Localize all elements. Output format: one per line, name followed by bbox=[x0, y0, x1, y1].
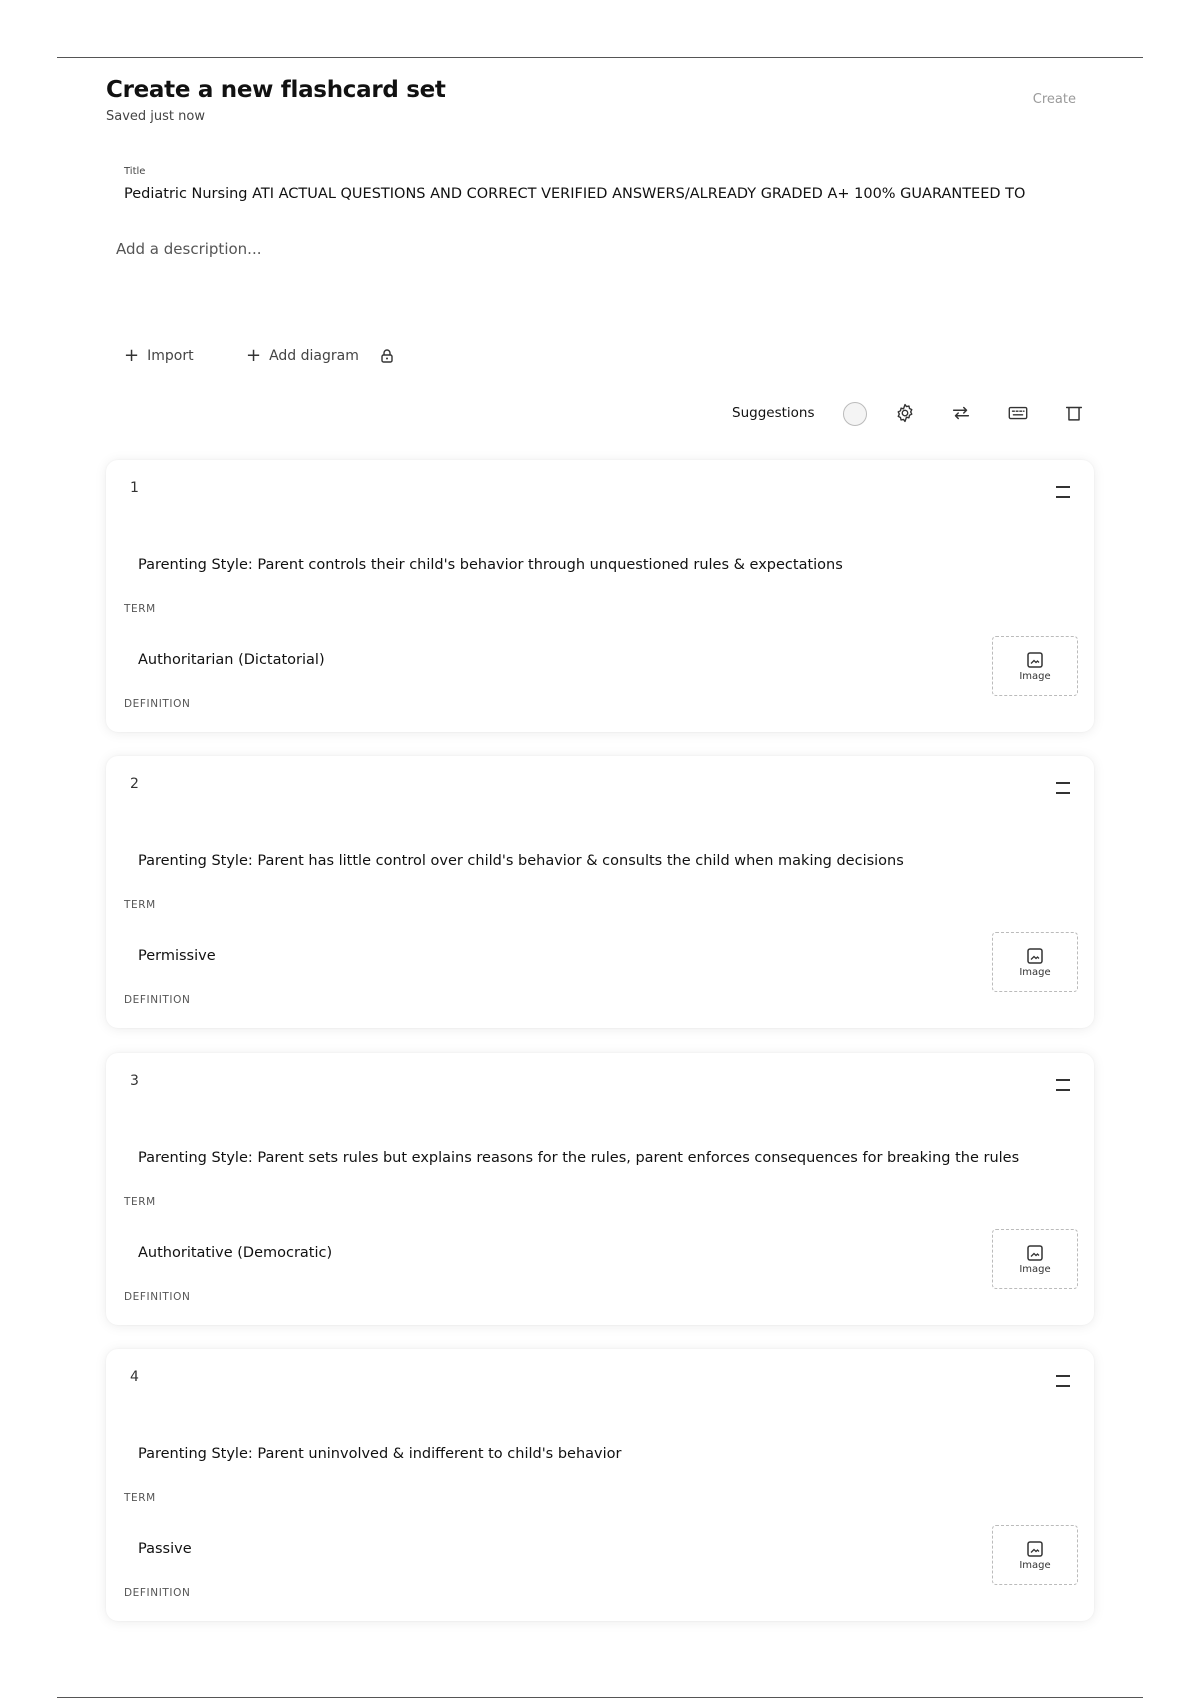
drag-handle-icon[interactable] bbox=[1056, 486, 1070, 498]
definition-input[interactable]: Permissive bbox=[138, 948, 216, 964]
card-number: 4 bbox=[130, 1369, 139, 1385]
title-field-label: Title bbox=[124, 166, 146, 177]
card-number: 3 bbox=[130, 1073, 139, 1089]
title-input[interactable]: Pediatric Nursing ATI ACTUAL QUESTIONS A… bbox=[124, 186, 1084, 202]
swap-icon[interactable] bbox=[949, 401, 973, 425]
flashcard: 1 Parenting Style: Parent controls their… bbox=[106, 460, 1094, 732]
save-status: Saved just now bbox=[106, 109, 205, 124]
definition-label: DEFINITION bbox=[124, 994, 191, 1006]
image-label: Image bbox=[1019, 1559, 1051, 1571]
definition-label: DEFINITION bbox=[124, 1587, 191, 1599]
add-diagram-button[interactable]: + Add diagram bbox=[246, 345, 359, 366]
drag-handle-icon[interactable] bbox=[1056, 782, 1070, 794]
definition-label: DEFINITION bbox=[124, 698, 191, 710]
definition-input[interactable]: Passive bbox=[138, 1541, 192, 1557]
drag-handle-icon[interactable] bbox=[1056, 1079, 1070, 1091]
term-input[interactable]: Parenting Style: Parent has little contr… bbox=[138, 853, 904, 869]
import-button[interactable]: + Import bbox=[124, 345, 194, 366]
image-icon bbox=[1027, 947, 1043, 964]
image-icon bbox=[1027, 1244, 1043, 1261]
import-label: Import bbox=[147, 348, 194, 364]
image-label: Image bbox=[1019, 670, 1051, 682]
add-image-button[interactable]: Image bbox=[992, 636, 1078, 696]
card-number: 1 bbox=[130, 480, 139, 496]
term-label: TERM bbox=[124, 1492, 156, 1504]
term-input[interactable]: Parenting Style: Parent uninvolved & ind… bbox=[138, 1446, 622, 1462]
lock-icon[interactable] bbox=[379, 348, 395, 364]
gear-icon[interactable] bbox=[893, 401, 917, 425]
create-button[interactable]: Create bbox=[1033, 92, 1076, 107]
term-input[interactable]: Parenting Style: Parent sets rules but e… bbox=[138, 1150, 1019, 1166]
term-label: TERM bbox=[124, 1196, 156, 1208]
add-image-button[interactable]: Image bbox=[992, 1229, 1078, 1289]
page-title: Create a new flashcard set bbox=[106, 77, 446, 103]
term-label: TERM bbox=[124, 603, 156, 615]
add-diagram-label: Add diagram bbox=[269, 348, 359, 364]
term-label: TERM bbox=[124, 899, 156, 911]
top-divider bbox=[57, 57, 1143, 58]
trash-icon[interactable] bbox=[1062, 401, 1086, 425]
add-image-button[interactable]: Image bbox=[992, 932, 1078, 992]
bottom-divider bbox=[57, 1697, 1143, 1698]
flashcard: 2 Parenting Style: Parent has little con… bbox=[106, 756, 1094, 1028]
definition-label: DEFINITION bbox=[124, 1291, 191, 1303]
add-image-button[interactable]: Image bbox=[992, 1525, 1078, 1585]
plus-icon: + bbox=[246, 345, 262, 366]
suggestions-toggle[interactable] bbox=[843, 402, 867, 426]
suggestions-label: Suggestions bbox=[732, 405, 815, 421]
drag-handle-icon[interactable] bbox=[1056, 1375, 1070, 1387]
image-label: Image bbox=[1019, 966, 1051, 978]
card-number: 2 bbox=[130, 776, 139, 792]
image-icon bbox=[1027, 1540, 1043, 1557]
plus-icon: + bbox=[124, 345, 140, 366]
flashcard: 4 Parenting Style: Parent uninvolved & i… bbox=[106, 1349, 1094, 1621]
term-input[interactable]: Parenting Style: Parent controls their c… bbox=[138, 557, 843, 573]
definition-input[interactable]: Authoritarian (Dictatorial) bbox=[138, 652, 325, 668]
flashcard: 3 Parenting Style: Parent sets rules but… bbox=[106, 1053, 1094, 1325]
description-input[interactable]: Add a description... bbox=[116, 240, 261, 258]
image-label: Image bbox=[1019, 1263, 1051, 1275]
definition-input[interactable]: Authoritative (Democratic) bbox=[138, 1245, 332, 1261]
keyboard-icon[interactable] bbox=[1006, 401, 1030, 425]
image-icon bbox=[1027, 651, 1043, 668]
